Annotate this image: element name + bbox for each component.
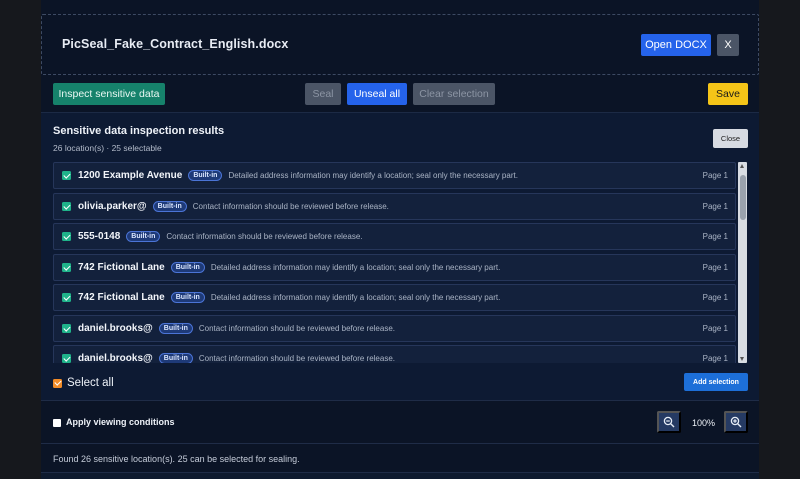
scroll-up-icon[interactable] [740,164,744,168]
select-all-checkbox[interactable] [53,378,62,388]
status-message: Found 26 sensitive location(s). 25 can b… [53,454,300,464]
seal-button[interactable]: Seal [305,83,341,105]
builtin-badge: Built-in [170,292,205,303]
builtin-badge: Built-in [126,231,161,242]
clear-selection-button[interactable]: Clear selection [413,83,495,105]
zoom-in-button[interactable] [724,411,748,433]
result-row[interactable]: 742 Fictional Lane Built-in Detailed add… [53,284,736,311]
scroll-thumb[interactable] [739,175,746,220]
zoom-out-button[interactable] [657,411,681,433]
close-results-button[interactable]: Close [713,129,748,148]
item-description: Detailed address information may identif… [228,171,518,180]
builtin-badge: Built-in [170,262,205,273]
item-description: Contact information should be reviewed b… [198,354,395,363]
item-page: Page 1 [702,232,728,241]
builtin-badge: Built-in [152,201,187,212]
result-row[interactable]: 555-0148 Built-in Contact information sh… [53,223,736,250]
row-checkbox[interactable] [62,293,71,302]
unseal-all-button[interactable]: Unseal all [347,83,407,105]
item-page: Page 1 [702,263,728,272]
results-count: 26 location(s) · 25 selectable [53,143,162,153]
results-title: Sensitive data inspection results [53,125,225,137]
item-text: 1200 Example Avenue [78,170,183,181]
row-checkbox[interactable] [62,263,71,272]
item-text: 742 Fictional Lane [78,292,165,303]
zoom-level: 100% [691,418,716,428]
item-text: daniel.brooks@ [78,323,153,334]
item-description: Contact information should be reviewed b… [166,232,363,241]
inspect-sensitive-data-button[interactable]: Inspect sensitive data [53,83,165,105]
row-checkbox[interactable] [62,324,71,333]
result-row[interactable]: daniel.brooks@ Built-in Contact informat… [53,345,736,363]
item-description: Contact information should be reviewed b… [192,202,389,211]
result-row[interactable]: olivia.parker@ Built-in Contact informat… [53,193,736,220]
apply-viewing-checkbox[interactable] [53,419,61,427]
result-row[interactable]: daniel.brooks@ Built-in Contact informat… [53,315,736,342]
item-text: daniel.brooks@ [78,353,153,363]
item-description: Detailed address information may identif… [210,293,501,302]
results-scrollbar[interactable] [738,162,747,363]
builtin-badge: Built-in [158,323,193,334]
zoom-in-icon [730,416,742,428]
results-list: 1200 Example Avenue Built-in Detailed ad… [53,162,739,363]
item-text: 742 Fictional Lane [78,262,165,273]
viewing-conditions-bar: Apply viewing conditions 100% [41,400,759,444]
builtin-badge: Built-in [158,353,193,363]
open-docx-button[interactable]: Open DOCX [641,34,711,56]
row-checkbox[interactable] [62,171,71,180]
document-preview-edge [41,472,759,479]
item-page: Page 1 [702,171,728,180]
builtin-badge: Built-in [188,170,223,181]
result-row[interactable]: 1200 Example Avenue Built-in Detailed ad… [53,162,736,189]
item-page: Page 1 [702,324,728,333]
scroll-down-icon[interactable] [740,357,744,361]
file-drop-area[interactable]: PicSeal_Fake_Contract_English.docx Open … [41,14,759,75]
inspection-results-panel: Sensitive data inspection results 26 loc… [41,112,759,400]
close-file-button[interactable]: X [717,34,739,56]
select-all-toggle[interactable]: Select all [53,377,114,389]
item-description: Contact information should be reviewed b… [198,324,395,333]
item-page: Page 1 [702,202,728,211]
select-all-label: Select all [67,377,114,389]
item-page: Page 1 [702,293,728,302]
result-row[interactable]: 742 Fictional Lane Built-in Detailed add… [53,254,736,281]
apply-viewing-label: Apply viewing conditions [66,417,175,427]
save-button[interactable]: Save [708,83,748,105]
row-checkbox[interactable] [62,202,71,211]
item-text: 555-0148 [78,231,121,242]
item-text: olivia.parker@ [78,201,147,212]
zoom-out-icon [663,416,675,428]
row-checkbox[interactable] [62,354,71,363]
file-name: PicSeal_Fake_Contract_English.docx [62,37,289,51]
add-selection-button[interactable]: Add selection [684,373,748,391]
app-window: PicSeal_Fake_Contract_English.docx Open … [41,0,759,479]
item-description: Detailed address information may identif… [210,263,501,272]
item-page: Page 1 [702,354,728,363]
row-checkbox[interactable] [62,232,71,241]
